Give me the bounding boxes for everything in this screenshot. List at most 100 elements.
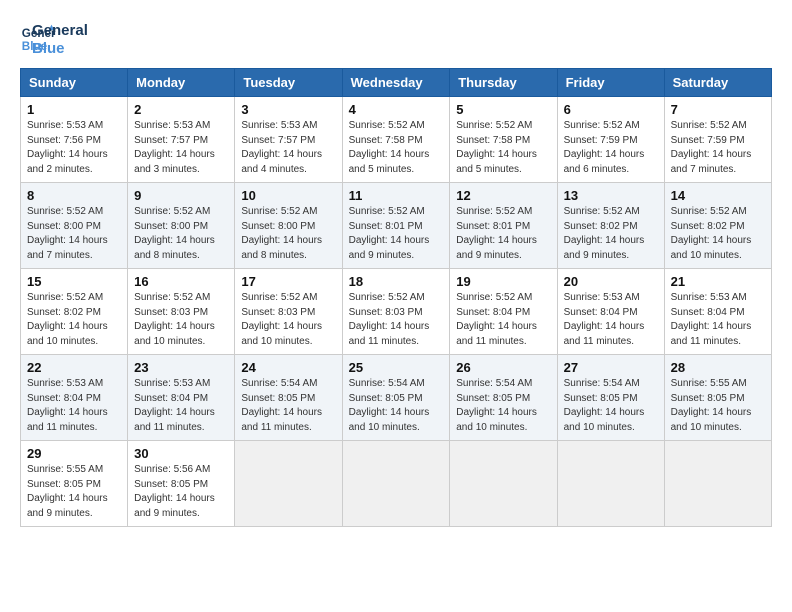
day-number: 27 <box>564 360 658 375</box>
day-number: 10 <box>241 188 335 203</box>
day-cell: 22 Sunrise: 5:53 AM Sunset: 8:04 PM Dayli… <box>21 355 128 441</box>
day-info: Sunrise: 5:52 AM Sunset: 7:59 PM Dayligh… <box>564 119 658 177</box>
day-info: Sunrise: 5:55 AM Sunset: 8:05 PM Dayligh… <box>27 463 121 521</box>
day-info: Sunrise: 5:53 AM Sunset: 8:04 PM Dayligh… <box>134 377 228 435</box>
day-cell <box>450 441 557 527</box>
day-cell: 16 Sunrise: 5:52 AM Sunset: 8:03 PM Dayli… <box>128 269 235 355</box>
day-info: Sunrise: 5:52 AM Sunset: 8:02 PM Dayligh… <box>27 291 121 349</box>
day-number: 13 <box>564 188 658 203</box>
day-cell: 5 Sunrise: 5:52 AM Sunset: 7:58 PM Daylig… <box>450 97 557 183</box>
day-info: Sunrise: 5:52 AM Sunset: 8:03 PM Dayligh… <box>241 291 335 349</box>
day-cell: 1 Sunrise: 5:53 AM Sunset: 7:56 PM Daylig… <box>21 97 128 183</box>
weekday-header-friday: Friday <box>557 69 664 97</box>
day-info: Sunrise: 5:52 AM Sunset: 7:59 PM Dayligh… <box>671 119 765 177</box>
week-row-5: 29 Sunrise: 5:55 AM Sunset: 8:05 PM Dayli… <box>21 441 772 527</box>
day-info: Sunrise: 5:53 AM Sunset: 7:57 PM Dayligh… <box>134 119 228 177</box>
day-cell: 7 Sunrise: 5:52 AM Sunset: 7:59 PM Daylig… <box>664 97 771 183</box>
day-info: Sunrise: 5:53 AM Sunset: 8:04 PM Dayligh… <box>671 291 765 349</box>
day-cell: 23 Sunrise: 5:53 AM Sunset: 8:04 PM Dayli… <box>128 355 235 441</box>
day-cell: 19 Sunrise: 5:52 AM Sunset: 8:04 PM Dayli… <box>450 269 557 355</box>
day-info: Sunrise: 5:55 AM Sunset: 8:05 PM Dayligh… <box>671 377 765 435</box>
day-info: Sunrise: 5:52 AM Sunset: 8:02 PM Dayligh… <box>671 205 765 263</box>
day-cell: 12 Sunrise: 5:52 AM Sunset: 8:01 PM Dayli… <box>450 183 557 269</box>
day-info: Sunrise: 5:54 AM Sunset: 8:05 PM Dayligh… <box>241 377 335 435</box>
day-cell <box>664 441 771 527</box>
day-info: Sunrise: 5:53 AM Sunset: 7:56 PM Dayligh… <box>27 119 121 177</box>
day-number: 17 <box>241 274 335 289</box>
day-info: Sunrise: 5:52 AM Sunset: 8:03 PM Dayligh… <box>134 291 228 349</box>
day-cell <box>557 441 664 527</box>
day-info: Sunrise: 5:52 AM Sunset: 7:58 PM Dayligh… <box>456 119 550 177</box>
logo: General Blue General Blue <box>20 20 88 58</box>
day-cell: 4 Sunrise: 5:52 AM Sunset: 7:58 PM Daylig… <box>342 97 450 183</box>
day-number: 2 <box>134 102 228 117</box>
day-number: 28 <box>671 360 765 375</box>
day-cell: 9 Sunrise: 5:52 AM Sunset: 8:00 PM Daylig… <box>128 183 235 269</box>
weekday-header-tuesday: Tuesday <box>235 69 342 97</box>
day-number: 5 <box>456 102 550 117</box>
weekday-header-wednesday: Wednesday <box>342 69 450 97</box>
day-cell: 8 Sunrise: 5:52 AM Sunset: 8:00 PM Daylig… <box>21 183 128 269</box>
day-cell: 10 Sunrise: 5:52 AM Sunset: 8:00 PM Dayli… <box>235 183 342 269</box>
day-number: 18 <box>349 274 444 289</box>
day-cell: 20 Sunrise: 5:53 AM Sunset: 8:04 PM Dayli… <box>557 269 664 355</box>
day-cell: 2 Sunrise: 5:53 AM Sunset: 7:57 PM Daylig… <box>128 97 235 183</box>
weekday-header-thursday: Thursday <box>450 69 557 97</box>
day-info: Sunrise: 5:52 AM Sunset: 8:00 PM Dayligh… <box>241 205 335 263</box>
weekday-header-monday: Monday <box>128 69 235 97</box>
calendar: SundayMondayTuesdayWednesdayThursdayFrid… <box>20 68 772 527</box>
day-number: 8 <box>27 188 121 203</box>
day-info: Sunrise: 5:52 AM Sunset: 8:01 PM Dayligh… <box>456 205 550 263</box>
day-cell: 13Sunrise: 5:52 AM Sunset: 8:02 PM Dayli… <box>557 183 664 269</box>
day-number: 16 <box>134 274 228 289</box>
day-number: 14 <box>671 188 765 203</box>
day-info: Sunrise: 5:53 AM Sunset: 8:04 PM Dayligh… <box>564 291 658 349</box>
day-cell: 18Sunrise: 5:52 AM Sunset: 8:03 PM Dayli… <box>342 269 450 355</box>
day-info: Sunrise: 5:56 AM Sunset: 8:05 PM Dayligh… <box>134 463 228 521</box>
day-cell: 25Sunrise: 5:54 AM Sunset: 8:05 PM Dayli… <box>342 355 450 441</box>
day-info: Sunrise: 5:54 AM Sunset: 8:05 PM Dayligh… <box>564 377 658 435</box>
day-number: 15 <box>27 274 121 289</box>
day-cell: 15 Sunrise: 5:52 AM Sunset: 8:02 PM Dayli… <box>21 269 128 355</box>
weekday-header-saturday: Saturday <box>664 69 771 97</box>
logo-blue: Blue <box>32 40 88 58</box>
day-number: 7 <box>671 102 765 117</box>
day-info: Sunrise: 5:52 AM Sunset: 8:00 PM Dayligh… <box>134 205 228 263</box>
day-number: 22 <box>27 360 121 375</box>
day-info: Sunrise: 5:52 AM Sunset: 8:01 PM Dayligh… <box>349 205 444 263</box>
day-cell: 28 Sunrise: 5:55 AM Sunset: 8:05 PM Dayli… <box>664 355 771 441</box>
day-number: 3 <box>241 102 335 117</box>
day-number: 24 <box>241 360 335 375</box>
day-number: 29 <box>27 446 121 461</box>
day-cell: 17 Sunrise: 5:52 AM Sunset: 8:03 PM Dayli… <box>235 269 342 355</box>
week-row-3: 15 Sunrise: 5:52 AM Sunset: 8:02 PM Dayli… <box>21 269 772 355</box>
day-cell: 27 Sunrise: 5:54 AM Sunset: 8:05 PM Dayli… <box>557 355 664 441</box>
day-number: 26 <box>456 360 550 375</box>
day-cell: 21 Sunrise: 5:53 AM Sunset: 8:04 PM Dayli… <box>664 269 771 355</box>
day-number: 4 <box>349 102 444 117</box>
logo-general: General <box>32 22 88 40</box>
day-number: 19 <box>456 274 550 289</box>
day-info: Sunrise: 5:52 AM Sunset: 8:00 PM Dayligh… <box>27 205 121 263</box>
day-number: 12 <box>456 188 550 203</box>
day-cell: 24 Sunrise: 5:54 AM Sunset: 8:05 PM Dayli… <box>235 355 342 441</box>
header: General Blue General Blue <box>20 20 772 58</box>
week-row-2: 8 Sunrise: 5:52 AM Sunset: 8:00 PM Daylig… <box>21 183 772 269</box>
week-row-1: 1 Sunrise: 5:53 AM Sunset: 7:56 PM Daylig… <box>21 97 772 183</box>
day-cell <box>342 441 450 527</box>
day-info: Sunrise: 5:52 AM Sunset: 7:58 PM Dayligh… <box>349 119 444 177</box>
day-info: Sunrise: 5:54 AM Sunset: 8:05 PM Dayligh… <box>456 377 550 435</box>
weekday-header-row: SundayMondayTuesdayWednesdayThursdayFrid… <box>21 69 772 97</box>
day-number: 21 <box>671 274 765 289</box>
day-cell: 11Sunrise: 5:52 AM Sunset: 8:01 PM Dayli… <box>342 183 450 269</box>
day-number: 20 <box>564 274 658 289</box>
day-cell: 6Sunrise: 5:52 AM Sunset: 7:59 PM Daylig… <box>557 97 664 183</box>
day-cell: 29 Sunrise: 5:55 AM Sunset: 8:05 PM Dayli… <box>21 441 128 527</box>
day-info: Sunrise: 5:53 AM Sunset: 7:57 PM Dayligh… <box>241 119 335 177</box>
day-info: Sunrise: 5:52 AM Sunset: 8:04 PM Dayligh… <box>456 291 550 349</box>
day-number: 9 <box>134 188 228 203</box>
day-info: Sunrise: 5:53 AM Sunset: 8:04 PM Dayligh… <box>27 377 121 435</box>
day-number: 1 <box>27 102 121 117</box>
day-cell: 26 Sunrise: 5:54 AM Sunset: 8:05 PM Dayli… <box>450 355 557 441</box>
day-number: 23 <box>134 360 228 375</box>
